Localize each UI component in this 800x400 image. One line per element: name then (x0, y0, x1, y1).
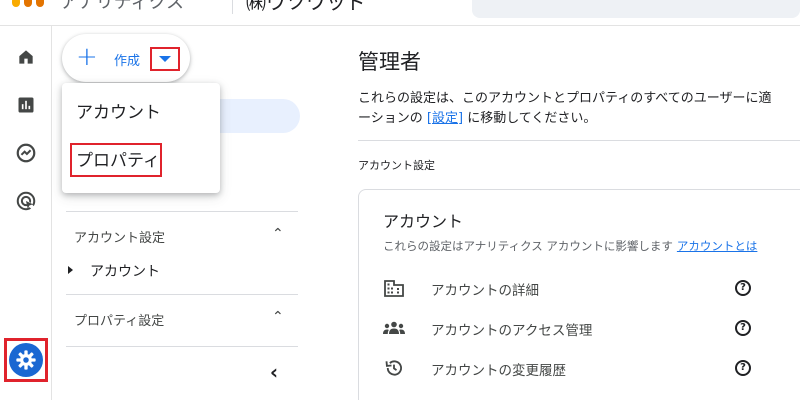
admin-button[interactable] (4, 338, 48, 382)
account-history-row[interactable]: アカウントの変更履歴 ? (383, 356, 783, 380)
people-icon (383, 318, 405, 338)
home-icon[interactable] (13, 44, 39, 70)
plus-icon: + (76, 42, 98, 72)
reports-icon[interactable] (13, 92, 39, 118)
row-label: アカウントのアクセス管理 (431, 323, 593, 339)
advertising-icon[interactable] (13, 188, 39, 214)
history-icon (383, 358, 405, 378)
main-content: 管理者 これらの設定は、このアカウントとプロパティのすべてのユーザーに適 ーショ… (358, 0, 800, 400)
left-rail (0, 26, 52, 400)
create-menu: アカウント プロパティ (62, 83, 220, 193)
chevron-up-icon[interactable]: ⌃ (272, 309, 284, 325)
explore-icon[interactable] (13, 140, 39, 166)
building-icon (383, 278, 405, 298)
settings-link[interactable]: [設定] (427, 111, 463, 126)
account-card: アカウント これらの設定はアナリティクス アカウントに影響します アカウントとは … (358, 189, 800, 400)
help-icon[interactable]: ? (735, 320, 751, 336)
nav-heading-account-settings[interactable]: アカウント設定 (74, 227, 165, 246)
gear-icon (9, 343, 43, 377)
nav-item-account[interactable]: アカウント (90, 261, 160, 281)
nav-divider (66, 211, 298, 212)
what-is-account-link[interactable]: アカウントとは (677, 239, 758, 253)
main-divider (358, 140, 800, 141)
row-label: アカウントの詳細 (431, 283, 539, 299)
account-details-row[interactable]: アカウントの詳細 ? (383, 276, 783, 300)
menu-highlight-box (70, 143, 162, 177)
chevron-up-icon[interactable]: ⌃ (272, 226, 284, 242)
nav-divider (66, 346, 298, 347)
topbar-separator (232, 0, 233, 14)
help-icon[interactable]: ? (735, 360, 751, 376)
account-access-row[interactable]: アカウントのアクセス管理 ? (383, 316, 783, 340)
page-description: これらの設定は、このアカウントとプロパティのすべてのユーザーに適 (358, 91, 772, 106)
collapse-nav-button[interactable]: ‹ (262, 360, 286, 384)
help-icon[interactable]: ? (735, 280, 751, 296)
caret-down-icon (159, 56, 171, 62)
product-name: アナリティクス (60, 0, 185, 13)
nav-heading-property-settings[interactable]: プロパティ設定 (74, 310, 164, 329)
expand-arrow-icon[interactable] (68, 266, 73, 274)
page-description-line2: ーションの [設定] に移動してください。 (358, 111, 597, 126)
menu-item-account[interactable]: アカウント (62, 93, 220, 133)
section-label: アカウント設定 (358, 159, 435, 172)
card-description: これらの設定はアナリティクス アカウントに影響します アカウントとは (383, 239, 758, 253)
account-selector[interactable]: ㈱ウツワッド (246, 0, 366, 15)
create-label: 作成 (114, 54, 141, 69)
card-title: アカウント (383, 212, 464, 231)
nav-divider (66, 294, 298, 295)
row-label: アカウントの変更履歴 (431, 363, 566, 379)
page-title: 管理者 (358, 50, 421, 74)
create-dropdown-toggle[interactable] (150, 47, 180, 71)
